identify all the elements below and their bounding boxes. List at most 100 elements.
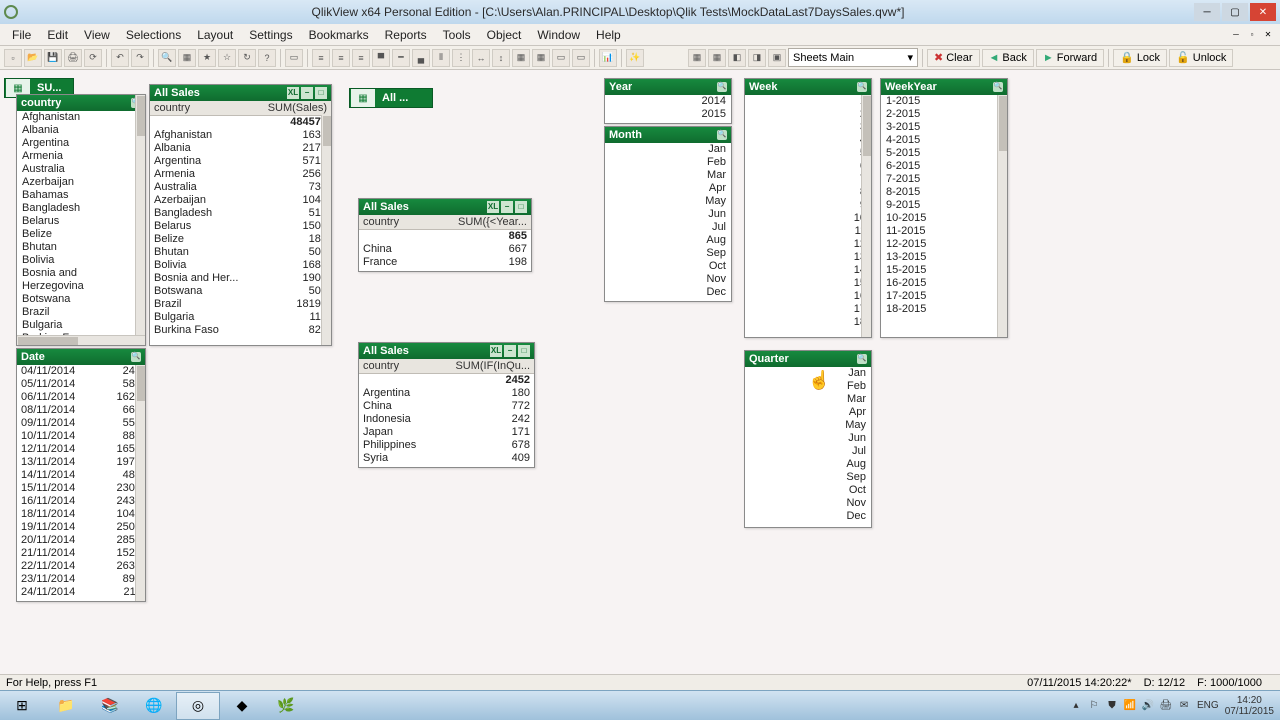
tb-table2[interactable]: ▦ <box>708 49 726 67</box>
table-row[interactable]: 05/11/2014589 <box>17 378 145 391</box>
tray-lang[interactable]: ENG <box>1197 700 1219 711</box>
table-row[interactable]: Argentina5710 <box>150 155 331 168</box>
list-item[interactable]: Feb <box>745 380 871 393</box>
tb-dist-v[interactable]: ⋮ <box>452 49 470 67</box>
tb-dist-h[interactable]: ⫴ <box>432 49 450 67</box>
tb-doc[interactable]: ▭ <box>552 49 570 67</box>
table-row[interactable]: Azerbaijan1043 <box>150 194 331 207</box>
list-item[interactable]: 15 <box>745 277 871 290</box>
tb-open[interactable]: 📂 <box>24 49 42 67</box>
list-item[interactable]: Australia <box>17 163 145 176</box>
list-item[interactable]: Jun <box>605 208 731 221</box>
tb-grid[interactable]: ▦ <box>512 49 530 67</box>
unlock-button[interactable]: 🔓Unlock <box>1169 49 1233 67</box>
table-row[interactable]: Philippines678 <box>359 439 534 452</box>
list-item[interactable]: Bhutan <box>17 241 145 254</box>
table-row[interactable]: 08/11/2014665 <box>17 404 145 417</box>
tray-shield-icon[interactable]: ⛊ <box>1105 699 1119 713</box>
task-app1[interactable]: ◆ <box>220 692 264 720</box>
back-button[interactable]: ◄Back <box>982 49 1034 67</box>
list-item[interactable]: Oct <box>605 260 731 273</box>
tb-help[interactable]: ? <box>258 49 276 67</box>
mdi-close[interactable]: ✕ <box>1260 26 1276 42</box>
list-item[interactable]: Jan <box>605 143 731 156</box>
listbox-month[interactable]: Month🔍 JanFebMarAprMayJunJulAugSepOctNov… <box>604 126 732 302</box>
tb-print[interactable]: 🖨 <box>64 49 82 67</box>
table-row[interactable]: Armenia2566 <box>150 168 331 181</box>
task-app2[interactable]: 🌿 <box>264 692 308 720</box>
tb-save[interactable]: 💾 <box>44 49 62 67</box>
table-row[interactable]: Japan171 <box>359 426 534 439</box>
tb-space-v[interactable]: ↕ <box>492 49 510 67</box>
menu-settings[interactable]: Settings <box>241 26 300 44</box>
list-item[interactable]: 4 <box>745 134 871 147</box>
search-icon[interactable]: 🔍 <box>993 82 1003 92</box>
table-row[interactable]: 12/11/20141652 <box>17 443 145 456</box>
list-item[interactable]: Nov <box>745 497 871 510</box>
tb-selections[interactable]: ▦ <box>178 49 196 67</box>
list-item[interactable]: Oct <box>745 484 871 497</box>
maximize-panel-icon[interactable]: □ <box>518 345 530 357</box>
task-lib[interactable]: 📚 <box>88 692 132 720</box>
table-row[interactable]: Bhutan504 <box>150 246 331 259</box>
forward-button[interactable]: ►Forward <box>1036 49 1104 67</box>
menu-selections[interactable]: Selections <box>118 26 189 44</box>
list-item[interactable]: 6 <box>745 160 871 173</box>
menu-reports[interactable]: Reports <box>377 26 435 44</box>
listbox-week[interactable]: Week🔍 123456789101112131415161718 <box>744 78 872 338</box>
search-icon[interactable]: 🔍 <box>857 354 867 364</box>
tb-new[interactable]: ▫ <box>4 49 22 67</box>
maximize-panel-icon[interactable]: □ <box>515 201 527 213</box>
search-icon[interactable]: 🔍 <box>717 82 727 92</box>
listbox-quarter[interactable]: Quarter🔍 JanFebMarAprMayJunJulAugSepOctN… <box>744 350 872 528</box>
mdi-restore[interactable]: ▫ <box>1244 26 1260 42</box>
list-item[interactable]: 3 <box>745 121 871 134</box>
table-row[interactable]: Burkina Faso826 <box>150 324 331 337</box>
list-item[interactable]: 11-2015 <box>881 225 1007 238</box>
table-row[interactable]: Brazil18198 <box>150 298 331 311</box>
list-item[interactable]: Azerbaijan <box>17 176 145 189</box>
table-row[interactable]: 18/11/20141042 <box>17 508 145 521</box>
table-all-sales-3[interactable]: All Sales XL − □ countrySUM(IF(InQu... 2… <box>358 342 535 468</box>
tray-up-icon[interactable]: ▴ <box>1069 699 1083 713</box>
scrollbar-v[interactable] <box>321 115 331 345</box>
table-row[interactable]: China772 <box>359 400 534 413</box>
table-row[interactable]: Afghanistan1630 <box>150 129 331 142</box>
tb-chart[interactable]: 📊 <box>599 49 617 67</box>
list-item[interactable]: Argentina <box>17 137 145 150</box>
list-item[interactable]: 2 <box>745 108 871 121</box>
tb-addobj[interactable]: ▭ <box>285 49 303 67</box>
tb-wiz[interactable]: ✨ <box>626 49 644 67</box>
tb-align-b[interactable]: ▄ <box>412 49 430 67</box>
table-row[interactable]: 23/11/2014892 <box>17 573 145 586</box>
scrollbar-v[interactable] <box>135 365 145 601</box>
tb-align-r[interactable]: ≡ <box>352 49 370 67</box>
tb-align-l[interactable]: ≡ <box>312 49 330 67</box>
table-row[interactable]: Belize181 <box>150 233 331 246</box>
menu-object[interactable]: Object <box>479 26 530 44</box>
menu-edit[interactable]: Edit <box>39 26 76 44</box>
menu-help[interactable]: Help <box>588 26 629 44</box>
list-item[interactable]: Bolivia <box>17 254 145 267</box>
list-item[interactable]: Apr <box>745 406 871 419</box>
list-item[interactable]: 13-2015 <box>881 251 1007 264</box>
xl-export-icon[interactable]: XL <box>487 201 499 213</box>
tray-vol-icon[interactable]: 🔊 <box>1141 699 1155 713</box>
tb-tableprop[interactable]: ▦ <box>688 49 706 67</box>
table-row[interactable]: 19/11/20142508 <box>17 521 145 534</box>
list-item[interactable]: May <box>605 195 731 208</box>
table-row[interactable]: 16/11/20142435 <box>17 495 145 508</box>
table-row[interactable]: 24/11/2014211 <box>17 586 145 599</box>
table-row[interactable]: Bulgaria117 <box>150 311 331 324</box>
tb-obj1[interactable]: ◧ <box>728 49 746 67</box>
table-row[interactable]: Belarus1502 <box>150 220 331 233</box>
xl-export-icon[interactable]: XL <box>287 87 299 99</box>
list-item[interactable]: 18 <box>745 316 871 329</box>
list-item[interactable]: Bangladesh <box>17 202 145 215</box>
scrollbar-v[interactable] <box>861 95 871 337</box>
minimize-panel-icon[interactable]: − <box>301 87 313 99</box>
tb-space-h[interactable]: ↔ <box>472 49 490 67</box>
listbox-year[interactable]: Year🔍 20142015 <box>604 78 732 124</box>
list-item[interactable]: 12-2015 <box>881 238 1007 251</box>
list-item[interactable]: Aug <box>605 234 731 247</box>
